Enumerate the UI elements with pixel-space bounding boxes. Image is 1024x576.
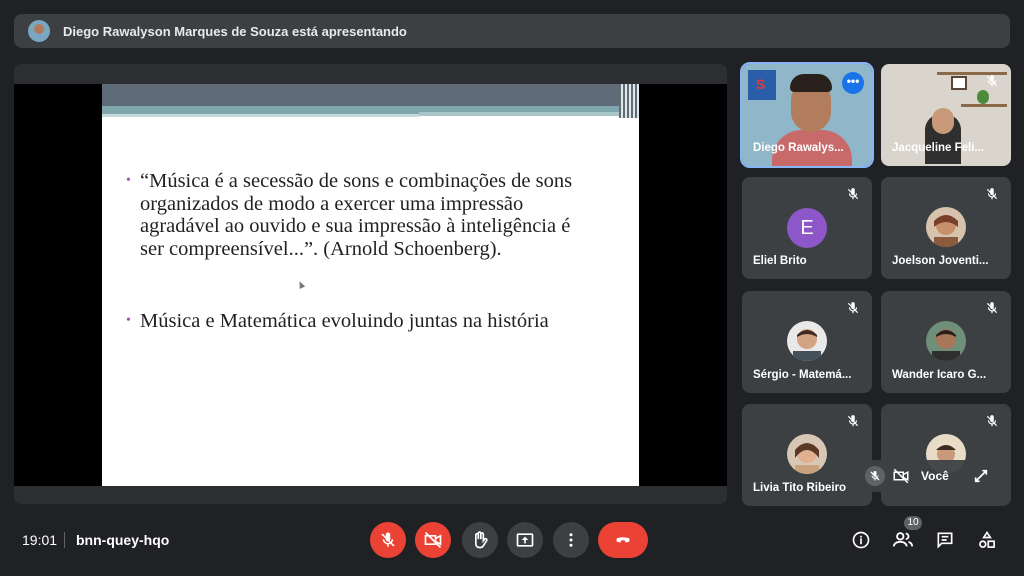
chat-button[interactable] (933, 528, 957, 552)
info-icon (852, 531, 870, 549)
leave-call-button[interactable] (598, 522, 648, 558)
presenter-avatar (28, 20, 50, 42)
bullet-dot-icon: • (126, 173, 131, 188)
divider (64, 532, 65, 548)
more-vert-icon (569, 533, 573, 547)
present-screen-button[interactable] (507, 522, 543, 558)
mic-off-icon (986, 302, 998, 314)
activities-icon (979, 530, 995, 548)
camera-off-icon[interactable] (891, 466, 911, 486)
video-plant (977, 90, 989, 104)
mic-off-icon (847, 188, 859, 200)
presenting-text: Diego Rawalyson Marques de Souza está ap… (63, 23, 407, 39)
avatar (926, 321, 966, 361)
hand-icon (475, 531, 488, 549)
meet-window: Diego Rawalyson Marques de Souza está ap… (0, 0, 1024, 576)
slide-bullet-text: “Música é a secessão de sons e combinaçõ… (140, 170, 573, 260)
video-frame (951, 76, 967, 90)
people-count-badge: 10 (904, 516, 922, 530)
meeting-time: 19:01 (22, 532, 58, 548)
people-icon (892, 532, 914, 547)
stage-bottom-strip (14, 486, 727, 504)
slide: • “Música é a secessão de sons e combina… (102, 84, 639, 486)
slide-header-band (102, 84, 639, 106)
slide-header-band (102, 114, 419, 117)
stage-top-strip (14, 64, 727, 84)
participant-name: Wander Icaro G... (892, 369, 987, 381)
participant-name: Jacqueline Feli... (892, 142, 985, 154)
participant-name: Diego Rawalys... (753, 142, 844, 154)
avatar (926, 207, 966, 247)
video-hair (790, 74, 832, 92)
chat-icon (937, 532, 953, 549)
participant-name: Joelson Joventi... (892, 255, 989, 267)
slide-header-band (419, 112, 619, 116)
slide-bullet: • Música e Matemática evoluindo juntas n… (126, 310, 560, 333)
mic-off-icon (381, 532, 395, 547)
meeting-info-button[interactable] (849, 528, 873, 552)
mic-off-icon (986, 415, 998, 427)
mic-off-icon (986, 188, 998, 200)
participant-tile[interactable]: Wander Icaro G... (881, 291, 1011, 393)
video-shelf (961, 104, 1007, 107)
superman-poster (748, 70, 776, 100)
present-icon (516, 533, 534, 547)
participant-tile[interactable]: Jacqueline Feli... (881, 64, 1011, 166)
presenting-banner: Diego Rawalyson Marques de Souza está ap… (14, 14, 1010, 48)
avatar (787, 321, 827, 361)
participant-tile[interactable]: Livia Tito Ribeiro (742, 404, 872, 506)
participant-tile[interactable]: E Eliel Brito (742, 177, 872, 279)
camera-off-icon (424, 531, 442, 549)
mic-off-icon (847, 302, 859, 314)
participant-tile[interactable]: ••• Diego Rawalys... (740, 62, 874, 168)
mouse-cursor-icon (296, 280, 306, 289)
avatar (787, 434, 827, 474)
self-label: Você (921, 469, 949, 483)
camera-toggle-button[interactable] (415, 522, 451, 558)
mic-off-icon (986, 75, 998, 87)
slide-bullet: • “Música é a secessão de sons e combina… (126, 170, 595, 260)
more-options-button[interactable] (553, 522, 589, 558)
hang-up-icon (616, 537, 630, 543)
participant-tile[interactable]: Sérgio - Matemá... (742, 291, 872, 393)
bottom-toolbar: 19:01 bnn-quey-hqo 10 (0, 512, 1024, 576)
meeting-code[interactable]: bnn-quey-hqo (76, 532, 169, 548)
participant-tile[interactable]: Joelson Joventi... (881, 177, 1011, 279)
mic-off-icon[interactable] (865, 466, 885, 486)
slide-bullet-text: Música e Matemática evoluindo juntas na … (140, 310, 549, 332)
people-button[interactable] (891, 528, 915, 552)
video-face (932, 108, 954, 134)
more-options-icon[interactable]: ••• (842, 72, 864, 94)
expand-icon[interactable] (973, 468, 989, 484)
participant-name: Livia Tito Ribeiro (753, 482, 847, 494)
self-view[interactable]: Você (859, 460, 997, 492)
activities-button[interactable] (975, 528, 999, 552)
mic-toggle-button[interactable] (370, 522, 406, 558)
avatar: E (787, 208, 827, 248)
slide-header-stripes (619, 84, 639, 118)
participant-name: Eliel Brito (753, 255, 807, 267)
mic-off-icon (847, 415, 859, 427)
bullet-dot-icon: • (126, 313, 131, 328)
participant-name: Sérgio - Matemá... (753, 369, 852, 381)
raise-hand-button[interactable] (462, 522, 498, 558)
presentation-stage[interactable]: • “Música é a secessão de sons e combina… (14, 64, 727, 504)
